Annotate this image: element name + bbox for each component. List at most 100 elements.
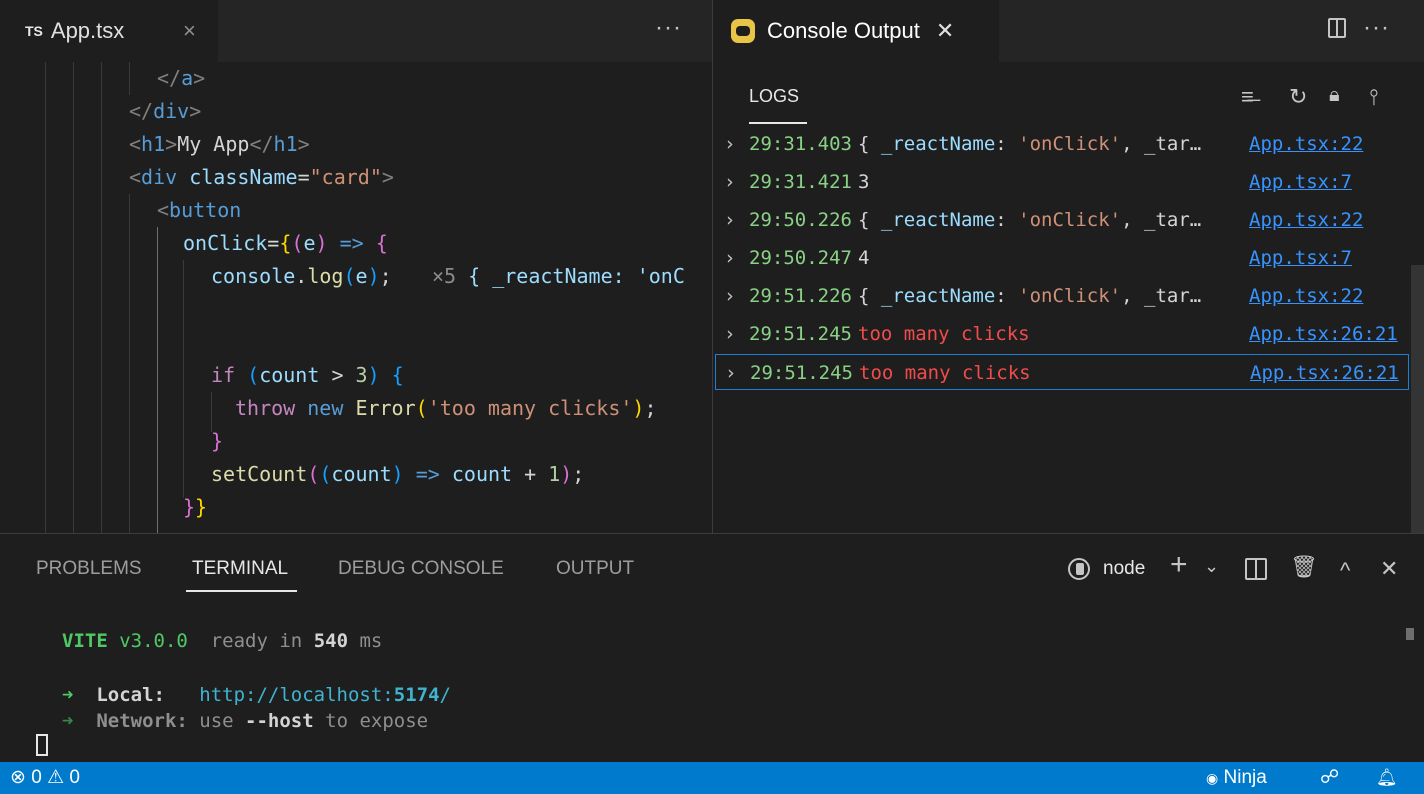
tab-label: Console Output bbox=[767, 18, 920, 43]
code-line: </a> bbox=[157, 66, 206, 90]
tab-label: App.tsx bbox=[50, 18, 125, 43]
source-link[interactable]: App.tsx:22 bbox=[1249, 126, 1363, 162]
code-line: onClick={(e) => { bbox=[183, 231, 388, 255]
expand-chevron-icon[interactable]: › bbox=[724, 316, 735, 352]
eye-icon: ◉ bbox=[1206, 770, 1219, 786]
tab-console-output[interactable]: Console Output ✕ bbox=[713, 0, 999, 62]
ninja-label: Ninja bbox=[1223, 767, 1267, 788]
ninja-status[interactable]: ◉ Ninja bbox=[1206, 767, 1267, 789]
expand-chevron-icon[interactable]: › bbox=[724, 164, 735, 200]
log-entry[interactable]: › 29:31.403 { _reactName: 'onClick', _ta… bbox=[713, 126, 1413, 162]
editor-pane: TS App.tsx × ··· </a> </div> <h1>My App<… bbox=[0, 0, 712, 533]
source-link[interactable]: App.tsx:26:21 bbox=[1250, 355, 1399, 391]
tab-close-icon[interactable]: × bbox=[183, 18, 196, 44]
expand-chevron-icon[interactable]: › bbox=[724, 278, 735, 314]
log-message: { _reactName: 'onClick', _tar… bbox=[858, 209, 1202, 231]
editor-tab-bar: TS App.tsx × ··· bbox=[0, 0, 712, 62]
terminal-line: ➜ Local: http://localhost:5174/ bbox=[62, 684, 451, 706]
code-line: <button bbox=[157, 198, 242, 222]
trash-icon[interactable]: 🗑︎ bbox=[1290, 554, 1318, 580]
log-timestamp: 29:51.245 bbox=[749, 323, 852, 345]
editor-more-actions-icon[interactable]: ··· bbox=[655, 14, 682, 42]
code-area[interactable]: </a> </div> <h1>My App</h1> <div classNa… bbox=[0, 62, 712, 533]
log-timestamp: 29:31.421 bbox=[749, 171, 852, 193]
source-link[interactable]: App.tsx:26:21 bbox=[1249, 316, 1398, 352]
code-line: } bbox=[211, 429, 224, 453]
source-link[interactable]: App.tsx:7 bbox=[1249, 240, 1352, 276]
console-more-actions-icon[interactable]: ··· bbox=[1363, 14, 1390, 42]
code-line: </div> bbox=[129, 99, 202, 123]
log-message: 3 bbox=[858, 171, 870, 193]
typescript-file-icon: TS bbox=[25, 23, 43, 39]
log-message: 4 bbox=[858, 247, 870, 269]
close-panel-icon[interactable]: ✕ bbox=[1380, 556, 1398, 582]
expand-chevron-icon[interactable]: › bbox=[725, 355, 736, 391]
code-line: setCount((count) => count + 1); bbox=[211, 462, 585, 486]
code-line: }} bbox=[183, 495, 208, 519]
clear-logs-icon[interactable]: ≡̶ bbox=[1241, 84, 1254, 110]
tab-terminal[interactable]: TERMINAL bbox=[192, 558, 288, 580]
code-line: throw new Error('too many clicks'); bbox=[235, 396, 657, 420]
source-link[interactable]: App.tsx:22 bbox=[1249, 202, 1363, 238]
log-entry[interactable]: › 29:51.226 { _reactName: 'onClick', _ta… bbox=[713, 278, 1413, 314]
console-ninja-icon bbox=[731, 19, 755, 43]
log-message: too many clicks bbox=[858, 323, 1030, 345]
console-output-pane: Console Output ✕ ··· LOGS ≡̶ ↻ 🔒︎ ⫯ › 29… bbox=[712, 0, 1424, 533]
tab-app-tsx[interactable]: TS App.tsx × bbox=[0, 0, 218, 62]
accounts-icon[interactable]: ☍ bbox=[1320, 767, 1339, 789]
log-message: { _reactName: 'onClick', _tar… bbox=[858, 133, 1202, 155]
source-link[interactable]: App.tsx:22 bbox=[1249, 278, 1363, 314]
split-editor-icon[interactable] bbox=[1328, 18, 1346, 38]
warning-icon: ⚠ bbox=[47, 767, 65, 788]
log-entry-error[interactable]: › 29:51.245 too many clicks App.tsx:26:2… bbox=[713, 316, 1413, 352]
terminal-name[interactable]: node bbox=[1103, 558, 1145, 580]
maximize-panel-icon[interactable]: ^ bbox=[1340, 558, 1350, 584]
active-tab-indicator bbox=[186, 590, 297, 592]
code-line: <div className="card"> bbox=[129, 165, 394, 189]
code-line: console.log(e); bbox=[211, 264, 392, 288]
log-timestamp: 29:31.403 bbox=[749, 133, 852, 155]
bottom-panel: PROBLEMS TERMINAL DEBUG CONSOLE OUTPUT n… bbox=[0, 533, 1424, 762]
problems-status[interactable]: ⊗ 0 ⚠ 0 bbox=[10, 767, 80, 789]
log-timestamp: 29:51.245 bbox=[750, 362, 853, 384]
split-terminal-icon[interactable] bbox=[1245, 558, 1267, 580]
source-link[interactable]: App.tsx:7 bbox=[1249, 164, 1352, 200]
terminal-line: ➜ Network: use --host to expose bbox=[62, 710, 429, 732]
expand-chevron-icon[interactable]: › bbox=[724, 202, 735, 238]
log-timestamp: 29:50.226 bbox=[749, 209, 852, 231]
log-entry[interactable]: › 29:50.226 { _reactName: 'onClick', _ta… bbox=[713, 202, 1413, 238]
node-terminal-icon bbox=[1068, 558, 1090, 580]
terminal-scrollbar[interactable] bbox=[1406, 628, 1414, 640]
expand-chevron-icon[interactable]: › bbox=[724, 126, 735, 162]
console-scrollbar[interactable] bbox=[1411, 265, 1424, 533]
log-timestamp: 29:50.247 bbox=[749, 247, 852, 269]
lock-icon[interactable]: 🔒︎ bbox=[1329, 84, 1340, 107]
log-message: too many clicks bbox=[859, 362, 1031, 384]
logs-section-label: LOGS bbox=[749, 86, 800, 106]
terminal-dropdown-icon[interactable]: ⌄ bbox=[1204, 556, 1219, 577]
refresh-icon[interactable]: ↻ bbox=[1289, 84, 1307, 110]
warning-count: 0 bbox=[69, 767, 80, 788]
filter-settings-icon[interactable]: ⫯ bbox=[1369, 84, 1379, 110]
tab-problems[interactable]: PROBLEMS bbox=[36, 558, 142, 580]
log-message: { _reactName: 'onClick', _tar… bbox=[858, 285, 1202, 307]
code-line: <h1>My App</h1> bbox=[129, 132, 310, 156]
log-entry-error-selected[interactable]: › 29:51.245 too many clicks App.tsx:26:2… bbox=[715, 354, 1409, 390]
console-tab-bar: Console Output ✕ ··· bbox=[713, 0, 1424, 62]
expand-chevron-icon[interactable]: › bbox=[724, 240, 735, 276]
new-terminal-icon[interactable]: + bbox=[1170, 548, 1188, 582]
status-bar: ⊗ 0 ⚠ 0 ◉ Ninja ☍ 🔔︎ bbox=[0, 762, 1424, 794]
terminal-cursor bbox=[36, 734, 48, 756]
error-count: 0 bbox=[31, 767, 42, 788]
tab-debug-console[interactable]: DEBUG CONSOLE bbox=[338, 558, 504, 580]
code-line: if (count > 3) { bbox=[211, 363, 404, 387]
notifications-bell-icon[interactable]: 🔔︎ bbox=[1376, 767, 1398, 789]
log-entry[interactable]: › 29:50.247 4 App.tsx:7 bbox=[713, 240, 1413, 276]
logs-underline bbox=[749, 122, 807, 124]
tab-close-icon[interactable]: ✕ bbox=[936, 18, 954, 44]
log-entry[interactable]: › 29:31.421 3 App.tsx:7 bbox=[713, 164, 1413, 200]
terminal-line: VITE v3.0.0 ready in 540 ms bbox=[62, 630, 383, 652]
tab-output[interactable]: OUTPUT bbox=[556, 558, 634, 580]
log-timestamp: 29:51.226 bbox=[749, 285, 852, 307]
error-icon: ⊗ bbox=[10, 767, 26, 788]
